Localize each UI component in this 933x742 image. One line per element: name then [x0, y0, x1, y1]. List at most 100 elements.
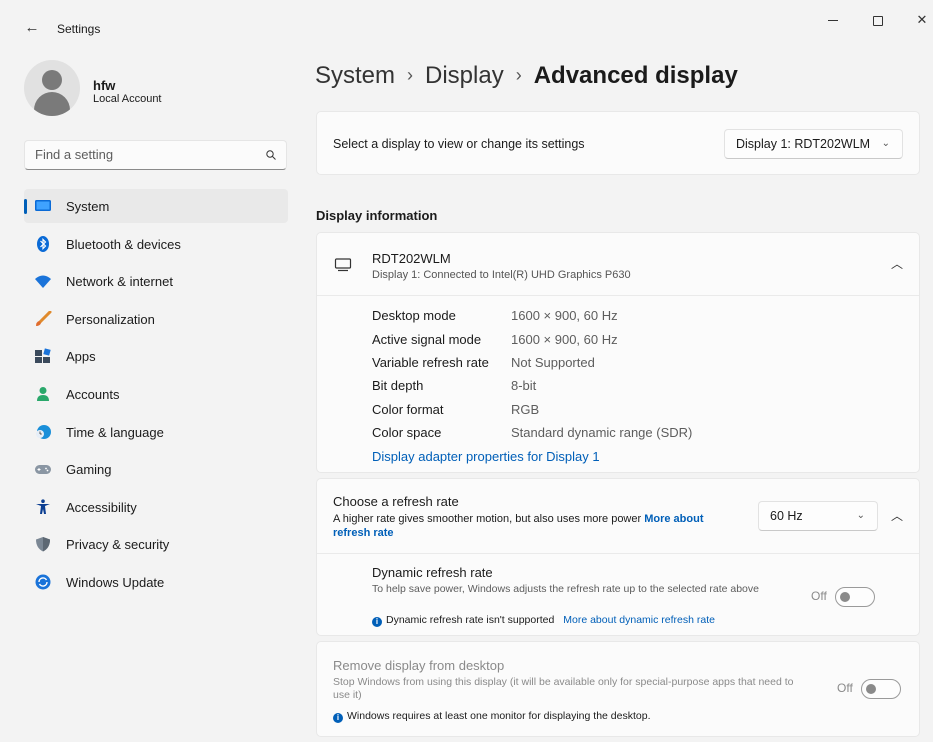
sidebar-item-privacy[interactable]: Privacy & security: [24, 527, 288, 561]
search-box[interactable]: [24, 140, 287, 170]
chevron-up-icon[interactable]: ︿: [889, 507, 905, 524]
remove-display-note: i Windows requires at least one monitor f…: [333, 710, 651, 723]
breadcrumb-separator: ›: [407, 65, 414, 85]
remove-display-toggle[interactable]: [860, 679, 901, 699]
sidebar-item-label: Accounts: [66, 386, 120, 402]
chevron-up-icon[interactable]: ︿: [889, 255, 905, 272]
sidebar-item-gaming[interactable]: Gaming: [24, 452, 288, 486]
refresh-rate-card: Choose a refresh rate A higher rate give…: [316, 478, 920, 636]
info-row: Color format RGB: [372, 402, 539, 417]
maximize-button[interactable]: [863, 8, 893, 32]
avatar[interactable]: [24, 60, 80, 116]
info-key: Color format: [372, 402, 444, 417]
apps-icon: [35, 348, 51, 364]
update-icon: [35, 574, 51, 590]
title-bar: ← Settings ✕: [0, 0, 933, 56]
remove-display-card: Remove display from desktop Stop Windows…: [316, 641, 920, 737]
toggle-state-label: Off: [811, 589, 827, 604]
app-title: Settings: [57, 22, 101, 36]
info-value: Not Supported: [511, 355, 595, 370]
dynamic-refresh-toggle[interactable]: [834, 587, 875, 607]
system-icon: [35, 200, 51, 211]
remove-display-description: Stop Windows from using this display (it…: [333, 676, 794, 701]
sidebar-item-label: Apps: [66, 349, 96, 365]
search-input[interactable]: [35, 147, 255, 162]
display-info-card: RDT202WLM Display 1: Connected to Intel(…: [316, 232, 920, 473]
breadcrumb-system[interactable]: System: [315, 62, 395, 89]
sidebar-item-label: System: [66, 199, 110, 214]
display-connection: Display 1: Connected to Intel(R) UHD Gra…: [372, 269, 631, 281]
display-select-value: Display 1: RDT202WLM: [736, 137, 871, 151]
sidebar-item-label: Time & language: [66, 424, 164, 440]
info-row: Variable refresh rate Not Supported: [372, 355, 595, 370]
sidebar-item-network[interactable]: Network & internet: [24, 264, 288, 298]
info-value: Standard dynamic range (SDR): [511, 425, 693, 440]
info-key: Variable refresh rate: [372, 355, 489, 370]
dynamic-refresh-note-text: Dynamic refresh rate isn't supported: [386, 614, 555, 626]
remove-display-toggle-group: Off: [837, 679, 901, 699]
chevron-down-icon: ⌄: [856, 510, 865, 521]
section-heading: Display information: [316, 208, 438, 223]
account-type: Local Account: [93, 93, 162, 105]
info-icon: i: [372, 617, 382, 627]
adapter-properties-link[interactable]: Display adapter properties for Display 1: [372, 449, 600, 464]
page-title: Advanced display: [533, 62, 738, 89]
minimize-icon: [828, 20, 838, 22]
toggle-state-label: Off: [837, 681, 853, 696]
display-info-header[interactable]: RDT202WLM Display 1: Connected to Intel(…: [317, 233, 919, 296]
sidebar-item-windows-update[interactable]: Windows Update: [24, 565, 288, 599]
info-row: Active signal mode 1600 × 900, 60 Hz: [372, 332, 618, 347]
chevron-down-icon: ⌄: [881, 138, 890, 149]
info-value: 8-bit: [511, 378, 537, 393]
refresh-rate-value: 60 Hz: [770, 509, 803, 523]
sidebar-item-label: Bluetooth & devices: [66, 236, 181, 252]
sidebar-item-label: Gaming: [66, 462, 112, 478]
refresh-rate-select[interactable]: 60 Hz ⌄: [758, 501, 878, 531]
sidebar-item-time-language[interactable]: Time & language: [24, 415, 288, 449]
sidebar-item-label: Privacy & security: [66, 537, 170, 553]
maximize-icon: [873, 15, 883, 26]
info-row: Desktop mode 1600 × 900, 60 Hz: [372, 308, 618, 323]
info-value: 1600 × 900, 60 Hz: [511, 332, 618, 347]
account-name: hfw: [93, 78, 116, 93]
display-select[interactable]: Display 1: RDT202WLM ⌄: [724, 129, 903, 159]
back-button[interactable]: ←: [22, 18, 42, 38]
info-key: Desktop mode: [372, 308, 456, 323]
person-icon: [37, 386, 49, 401]
wifi-icon: [35, 275, 51, 289]
close-button[interactable]: ✕: [907, 8, 933, 32]
sidebar-item-personalization[interactable]: Personalization: [24, 302, 288, 336]
sidebar-item-system[interactable]: System: [24, 189, 288, 223]
bluetooth-icon: [37, 235, 49, 252]
info-key: Active signal mode: [372, 332, 482, 347]
sidebar-item-bluetooth[interactable]: Bluetooth & devices: [24, 227, 288, 261]
sidebar-item-label: Personalization: [66, 311, 155, 327]
clock-globe-icon: [36, 424, 51, 439]
sidebar-nav: System Bluetooth & devices Network & int…: [24, 189, 288, 603]
sidebar-item-accessibility[interactable]: Accessibility: [24, 490, 288, 524]
search-icon[interactable]: [266, 150, 276, 160]
sidebar-item-label: Accessibility: [66, 499, 137, 515]
more-about-dynamic-refresh-link[interactable]: More about dynamic refresh rate: [563, 614, 715, 626]
dynamic-refresh-toggle-group: Off: [811, 587, 875, 607]
avatar-body-icon: [34, 92, 70, 116]
dynamic-refresh-title: Dynamic refresh rate: [372, 565, 493, 580]
breadcrumb-display[interactable]: Display: [425, 62, 504, 89]
select-display-label: Select a display to view or change its s…: [333, 137, 585, 151]
info-value: RGB: [511, 402, 540, 417]
refresh-rate-description: A higher rate gives smoother motion, but…: [333, 512, 733, 540]
breadcrumb: System › Display › Advanced display: [315, 62, 738, 90]
remove-display-title: Remove display from desktop: [333, 658, 505, 673]
display-name: RDT202WLM: [372, 251, 451, 266]
minimize-button[interactable]: [818, 8, 848, 32]
refresh-rate-desc-text: A higher rate gives smoother motion, but…: [333, 513, 642, 525]
sidebar-item-label: Network & internet: [66, 274, 173, 290]
info-key: Color space: [372, 425, 442, 440]
toggle-knob: [839, 592, 850, 602]
shield-icon: [36, 537, 50, 552]
refresh-rate-title: Choose a refresh rate: [333, 494, 459, 509]
sidebar-item-apps[interactable]: Apps: [24, 339, 288, 373]
toggle-knob: [865, 684, 876, 694]
sidebar-item-accounts[interactable]: Accounts: [24, 377, 288, 411]
avatar-head-icon: [42, 70, 62, 90]
